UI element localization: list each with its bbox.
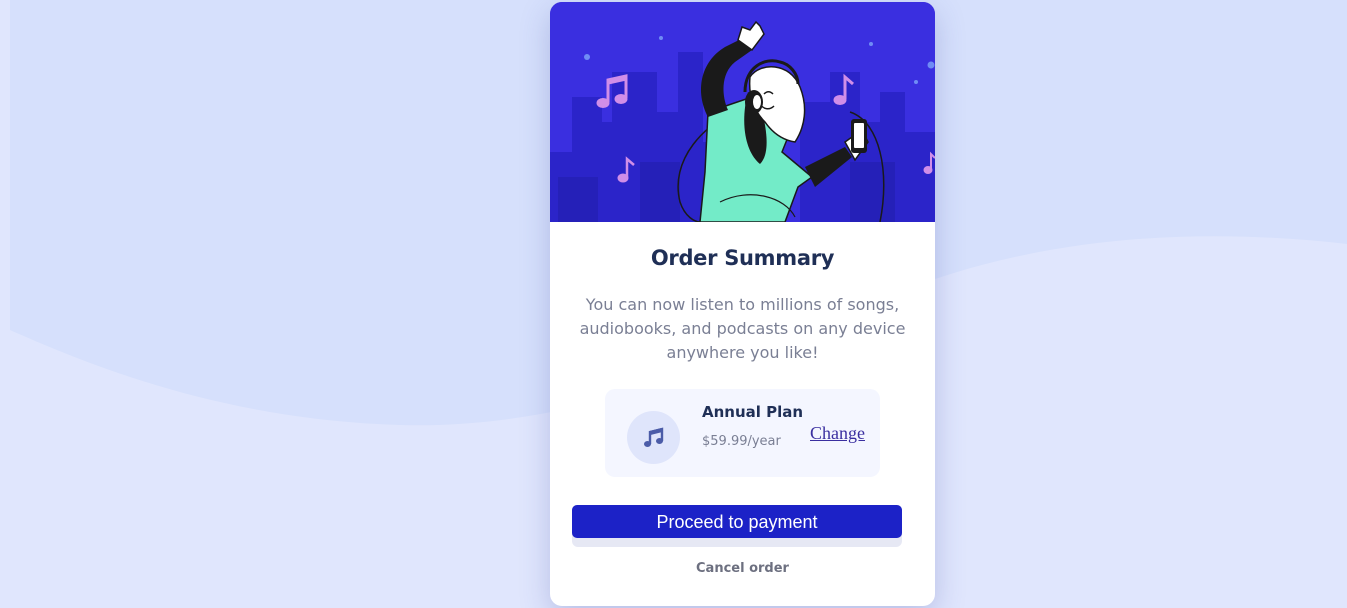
plan-price: $59.99/year bbox=[702, 434, 781, 449]
music-note-icon bbox=[627, 411, 680, 464]
plan-box: Annual Plan $59.99/year Change bbox=[605, 389, 880, 477]
plan-name: Annual Plan bbox=[702, 403, 804, 421]
hero-illustration bbox=[550, 2, 935, 222]
change-plan-link[interactable]: Change bbox=[810, 423, 865, 444]
person-with-headphones-illustration bbox=[550, 2, 935, 222]
order-description: You can now listen to millions of songs,… bbox=[579, 295, 906, 362]
page-title: Order Summary bbox=[650, 246, 835, 270]
proceed-to-payment-button[interactable]: Proceed to payment bbox=[572, 505, 902, 538]
order-summary-card: Order Summary You can now listen to mill… bbox=[550, 2, 935, 606]
cancel-order-button[interactable]: Cancel order bbox=[550, 561, 935, 576]
